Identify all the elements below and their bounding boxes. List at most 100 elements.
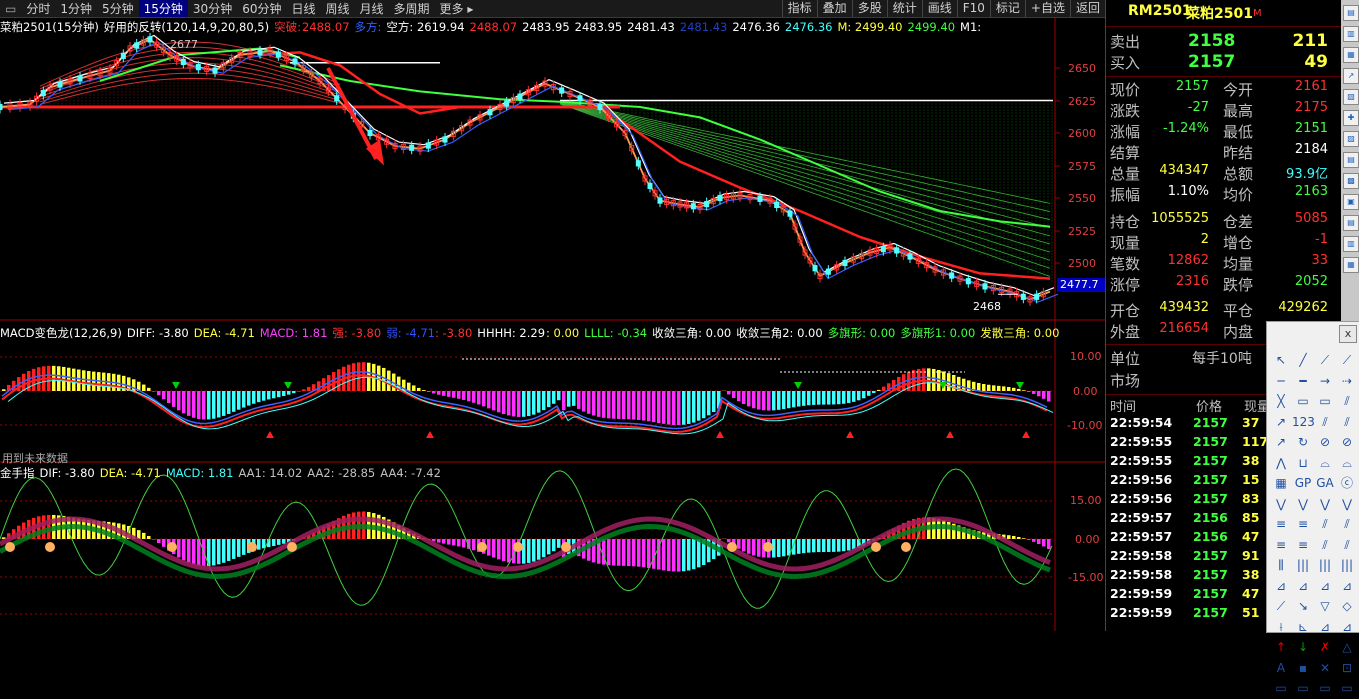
drawing-tool-icon[interactable]: ↖ [1270, 350, 1292, 371]
drawing-tool-icon[interactable]: ╱ [1292, 350, 1314, 371]
drawing-tool-icon[interactable]: ⊿ [1336, 617, 1358, 638]
drawing-tool-icon[interactable]: ▭ [1314, 391, 1336, 412]
period-tab[interactable]: 5分钟 [97, 0, 139, 17]
drawing-tool-icon[interactable]: ╳ [1270, 391, 1292, 412]
drawing-tool-icon[interactable]: ⊿ [1292, 576, 1314, 597]
drawing-tool-icon[interactable]: ━ [1292, 371, 1314, 392]
strip-button[interactable]: ↗ [1343, 68, 1359, 84]
drawing-tool-icon[interactable]: A [1270, 658, 1292, 679]
drawing-tool-icon[interactable]: ⊿ [1336, 576, 1358, 597]
drawing-tool-icon[interactable]: ⋀ [1270, 453, 1292, 474]
toolbar-button[interactable]: 指标 [782, 0, 817, 17]
drawing-tool-icon[interactable]: △ [1336, 637, 1358, 658]
toolbar-button[interactable]: 画线 [922, 0, 957, 17]
toolbar-button[interactable]: 叠加 [817, 0, 852, 17]
drawing-tool-icon[interactable]: ↓ [1292, 637, 1314, 658]
drawing-tool-icon[interactable]: ⫽ [1336, 514, 1358, 535]
drawing-tool-icon[interactable]: ◇ [1336, 596, 1358, 617]
drawing-tool-icon[interactable]: ⋁ [1314, 494, 1336, 515]
drawing-tool-icon[interactable]: ⊿ [1270, 576, 1292, 597]
drawing-tool-icon[interactable]: ⊘ [1314, 432, 1336, 453]
period-tab[interactable]: 周线 [321, 0, 355, 17]
drawing-tool-icon[interactable]: ⫽ [1336, 412, 1358, 433]
drawing-tool-icon[interactable]: ⫽ [1336, 391, 1358, 412]
drawing-tool-icon[interactable]: ⊿ [1314, 576, 1336, 597]
drawing-tool-icon[interactable]: ⓒ [1336, 473, 1358, 494]
drawing-tool-icon[interactable]: ⫽ [1314, 514, 1336, 535]
drawing-tool-icon[interactable]: ≡ [1270, 535, 1292, 556]
chart-area[interactable]: ▭分时1分钟5分钟15分钟30分钟60分钟日线周线月线多周期更多 ▸指标叠加多股… [0, 0, 1105, 631]
drawing-tool-icon[interactable]: 123 [1292, 412, 1314, 433]
drawing-tool-icon[interactable]: ⫽ [1314, 412, 1336, 433]
macd-name[interactable]: MACD变色龙(12,26,9) [0, 325, 122, 341]
drawing-tool-icon[interactable]: ≡ [1292, 535, 1314, 556]
drawing-tool-icon[interactable]: ↗ [1270, 412, 1292, 433]
period-tab[interactable]: 分时 [21, 0, 55, 17]
drawing-tool-icon[interactable]: ⟋ [1270, 596, 1292, 617]
period-tab[interactable]: 15分钟 [139, 0, 188, 17]
drawing-tool-icon[interactable]: ─ [1270, 371, 1292, 392]
drawing-tool-icon[interactable]: ⊿ [1314, 617, 1336, 638]
drawing-tool-icon[interactable]: ▭ [1336, 678, 1358, 699]
strip-button[interactable]: ▩ [1343, 173, 1359, 189]
drawing-tool-icon[interactable]: ⊘ [1336, 432, 1358, 453]
strip-button[interactable]: ▧ [1343, 89, 1359, 105]
chart-canvas[interactable] [0, 0, 1105, 631]
period-tab[interactable]: 30分钟 [188, 0, 237, 17]
strip-button[interactable]: ▦ [1343, 47, 1359, 63]
period-tab[interactable]: 多周期 [389, 0, 435, 17]
strip-button[interactable]: ▥ [1343, 236, 1359, 252]
indicator-name[interactable]: 好用的反转(120,14,9,20,80,5) [104, 19, 269, 35]
drawing-tool-icon[interactable]: ||| [1314, 555, 1336, 576]
period-tab[interactable]: 60分钟 [237, 0, 286, 17]
strip-button[interactable]: ▨ [1343, 131, 1359, 147]
drawing-tool-icon[interactable]: ⟊ [1270, 617, 1292, 638]
period-tab[interactable]: 日线 [286, 0, 320, 17]
drawing-tool-icon[interactable]: ⊾ [1292, 617, 1314, 638]
toolbar-button[interactable]: 标记 [990, 0, 1025, 17]
drawing-tool-icon[interactable]: ▭ [1314, 678, 1336, 699]
drawing-tool-icon[interactable]: ⫼ [1270, 555, 1292, 576]
strip-button[interactable]: ✚ [1343, 110, 1359, 126]
drawing-tool-icon[interactable]: ⟋ [1314, 350, 1336, 371]
strip-button[interactable]: ▥ [1343, 26, 1359, 42]
strip-button[interactable]: ▦ [1343, 257, 1359, 273]
drawing-tool-icon[interactable]: ▭ [1292, 678, 1314, 699]
drawing-tool-icon[interactable]: ⊡ [1336, 658, 1358, 679]
drawing-tool-icon[interactable]: ↻ [1292, 432, 1314, 453]
drawing-tool-icon[interactable]: ↘ [1292, 596, 1314, 617]
drawing-tool-icon[interactable]: ⫽ [1336, 535, 1358, 556]
drawing-tool-icon[interactable]: ↗ [1270, 432, 1292, 453]
strip-button[interactable]: ▤ [1343, 5, 1359, 21]
jsz-name[interactable]: 金手指 [0, 465, 35, 481]
drawing-tool-icon[interactable]: ||| [1336, 555, 1358, 576]
drawing-tool-icon[interactable]: ⋁ [1270, 494, 1292, 515]
close-icon[interactable]: x [1339, 325, 1357, 343]
drawing-tool-icon[interactable]: ≡ [1270, 514, 1292, 535]
drawing-tool-icon[interactable]: ▪ [1292, 658, 1314, 679]
drawing-tool-icon[interactable]: ▽ [1314, 596, 1336, 617]
drawing-tool-icon[interactable]: ⊔ [1292, 453, 1314, 474]
toolbar-button[interactable]: 返回 [1070, 0, 1105, 17]
drawing-tool-icon[interactable]: ||| [1292, 555, 1314, 576]
drawing-tool-icon[interactable]: ≡ [1292, 514, 1314, 535]
drawing-tool-icon[interactable]: ⇢ [1336, 371, 1358, 392]
drawing-tool-icon[interactable]: ⌓ [1314, 453, 1336, 474]
toolbar-button[interactable]: 多股 [852, 0, 887, 17]
drawing-tool-icon[interactable]: ▦ [1270, 473, 1292, 494]
menu-icon[interactable]: ▭ [0, 2, 21, 16]
strip-button[interactable]: ▤ [1343, 215, 1359, 231]
strip-button[interactable]: ▣ [1343, 194, 1359, 210]
period-tab[interactable]: 1分钟 [55, 0, 97, 17]
drawing-tool-icon[interactable]: ⋁ [1292, 494, 1314, 515]
drawing-tool-icon[interactable]: ⫽ [1314, 535, 1336, 556]
drawing-tool-icon[interactable]: → [1314, 371, 1336, 392]
drawing-tool-icon[interactable]: ✕ [1314, 658, 1336, 679]
drawing-tool-icon[interactable]: ✗ [1314, 637, 1336, 658]
strip-button[interactable]: ▤ [1343, 152, 1359, 168]
drawing-tool-icon[interactable]: ⟋ [1336, 350, 1358, 371]
toolbar-button[interactable]: +自选 [1025, 0, 1070, 17]
period-tab[interactable]: 更多 ▸ [435, 0, 479, 17]
toolbar-button[interactable]: 统计 [887, 0, 922, 17]
drawing-tool-icon[interactable]: ↑ [1270, 637, 1292, 658]
